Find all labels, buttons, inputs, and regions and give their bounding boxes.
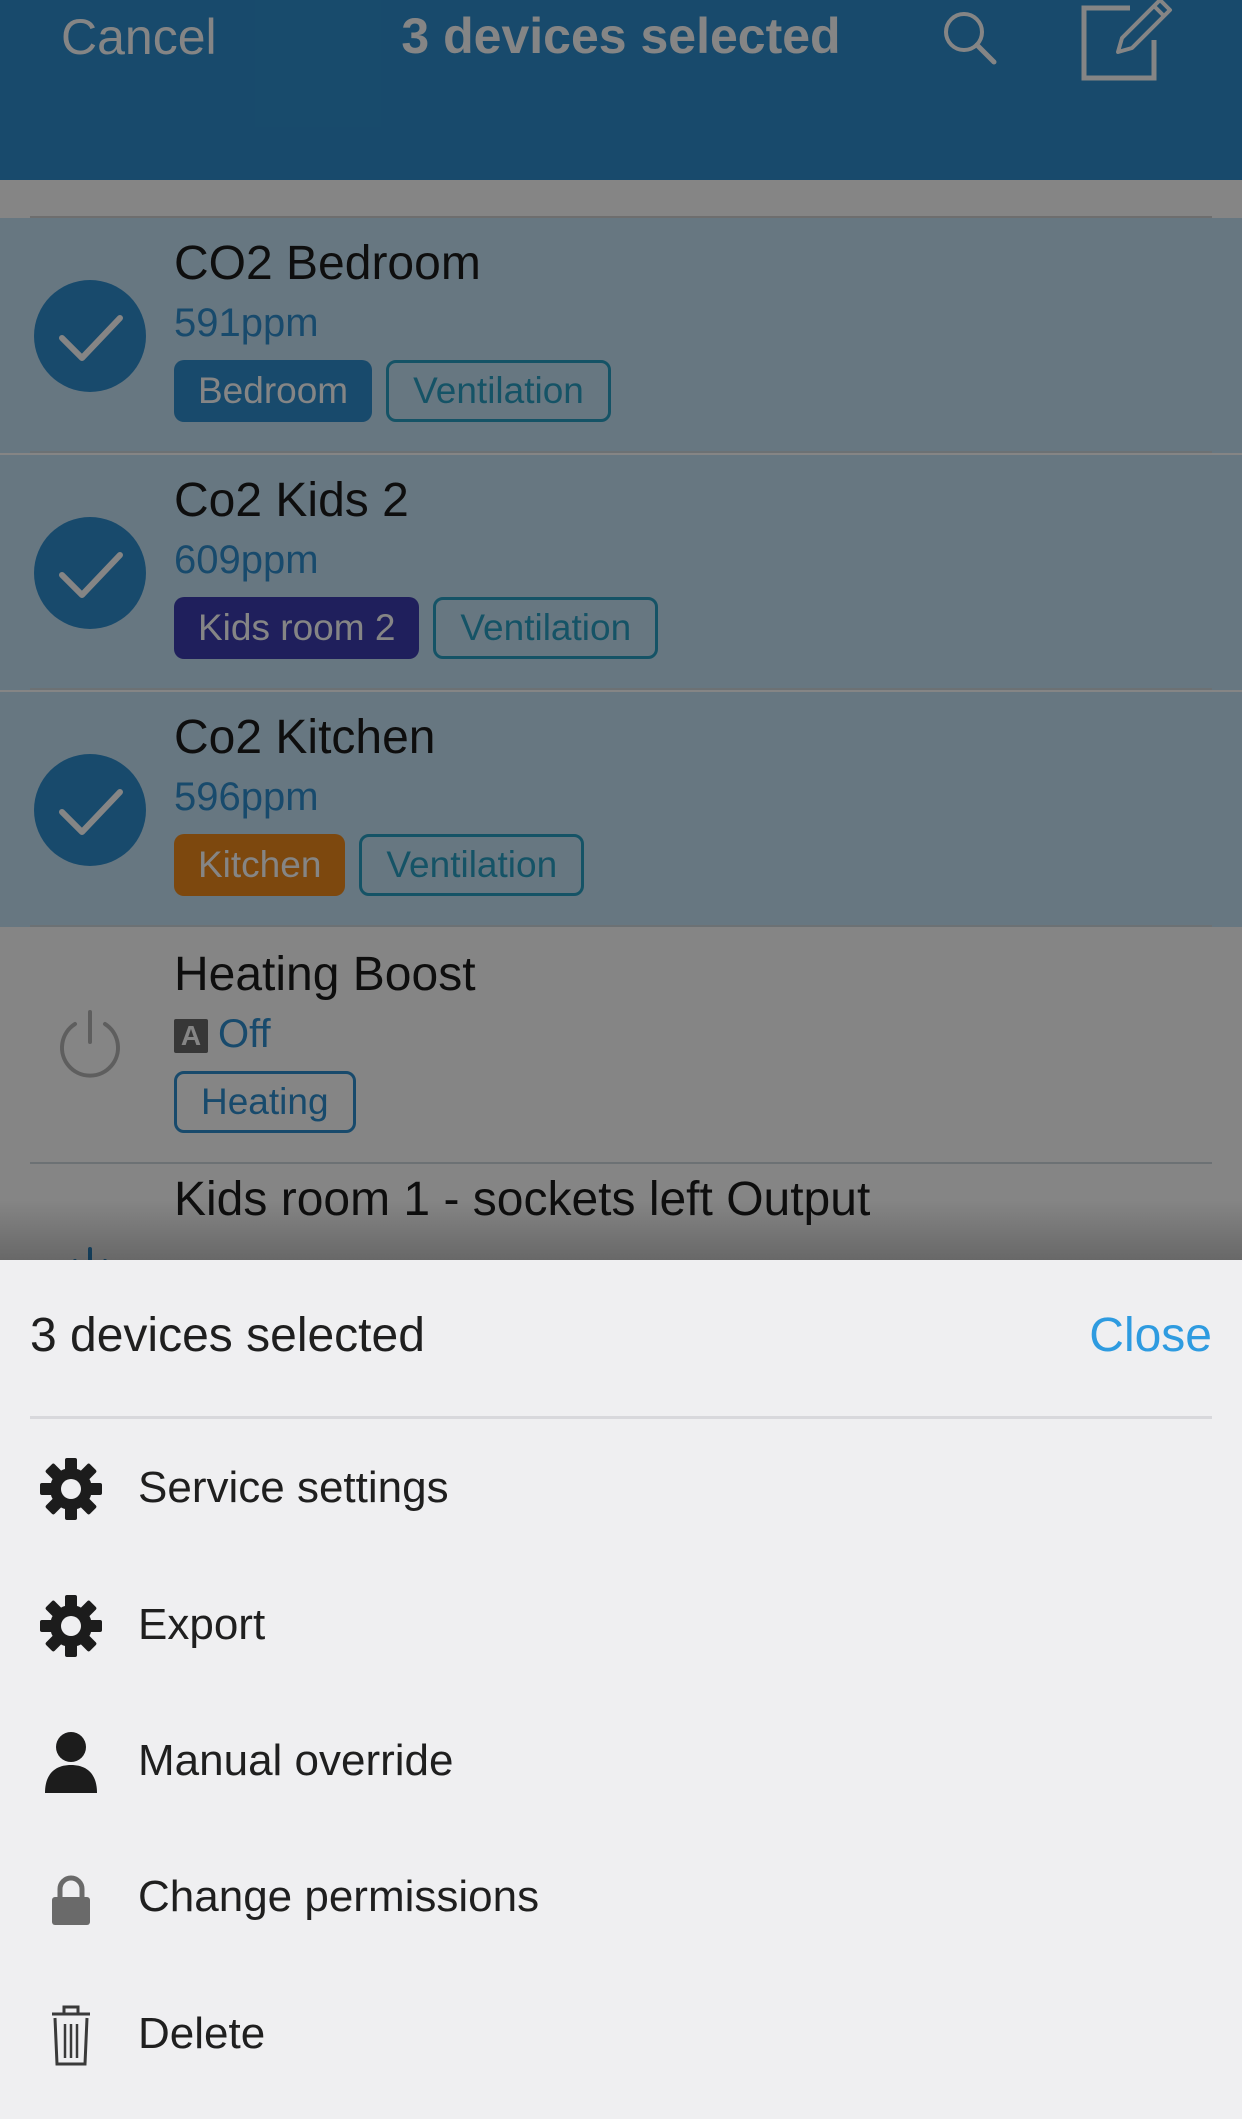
device-value: 596ppm <box>174 775 319 819</box>
gear-icon <box>38 1593 104 1659</box>
search-icon[interactable] <box>938 6 1002 70</box>
category-tag: Ventilation <box>386 360 611 422</box>
sheet-divider <box>30 1416 1212 1419</box>
device-name: CO2 Bedroom <box>174 237 481 290</box>
room-tag: Bedroom <box>174 360 373 422</box>
device-name: Co2 Kids 2 <box>174 474 409 527</box>
trash-icon <box>38 2002 104 2068</box>
tag-list: Kitchen Ventilation <box>174 834 585 896</box>
device-row[interactable]: Heating Boost A Off Heating <box>0 929 1242 1164</box>
device-name: Heating Boost <box>174 948 476 1001</box>
category-tag: Ventilation <box>433 597 659 659</box>
service-settings-action[interactable]: Service settings <box>0 1428 1242 1548</box>
device-row[interactable]: Co2 Kitchen 596ppm Kitchen Ventilation <box>0 692 1242 927</box>
delete-action[interactable]: Delete <box>0 1974 1242 2094</box>
category-tag: Ventilation <box>359 834 585 896</box>
power-icon[interactable] <box>53 1245 127 1260</box>
top-bar: Cancel 3 devices selected <box>0 0 1242 180</box>
selection-title: 3 devices selected <box>401 8 841 64</box>
close-button[interactable]: Close <box>1089 1308 1212 1364</box>
room-tag: Kids room 2 <box>174 597 420 659</box>
tag-list: Kids room 2 Ventilation <box>174 597 659 659</box>
checkmark-icon[interactable] <box>34 517 146 629</box>
checkmark-icon[interactable] <box>34 754 146 866</box>
action-label: Export <box>138 1600 266 1649</box>
auto-mode-badge: A <box>174 1019 208 1053</box>
device-row[interactable]: Kids room 1 - sockets left Output <box>0 1166 1242 1260</box>
category-tag: Heating <box>174 1071 356 1133</box>
checkmark-icon[interactable] <box>34 280 146 392</box>
tag-list: Heating <box>174 1071 356 1133</box>
edit-icon[interactable] <box>1078 0 1174 82</box>
device-state: Off <box>218 1012 271 1056</box>
person-icon <box>38 1729 104 1795</box>
action-label: Service settings <box>138 1463 449 1512</box>
action-label: Change permissions <box>138 1872 540 1921</box>
device-name: Co2 Kitchen <box>174 711 436 764</box>
action-label: Delete <box>138 2009 266 2058</box>
device-name: Kids room 1 - sockets left Output <box>174 1173 871 1226</box>
manual-override-action[interactable]: Manual override <box>0 1701 1242 1821</box>
device-list[interactable]: CO2 Bedroom 591ppm Bedroom Ventilation C… <box>0 180 1242 1260</box>
change-permissions-action[interactable]: Change permissions <box>0 1837 1242 1957</box>
sheet-title: 3 devices selected <box>30 1309 425 1362</box>
device-row[interactable]: Co2 Kids 2 609ppm Kids room 2 Ventilatio… <box>0 455 1242 690</box>
gear-icon <box>38 1456 104 1522</box>
tag-list: Bedroom Ventilation <box>174 360 611 422</box>
device-row[interactable]: CO2 Bedroom 591ppm Bedroom Ventilation <box>0 218 1242 453</box>
export-action[interactable]: Export <box>0 1565 1242 1685</box>
power-icon[interactable] <box>53 1008 127 1082</box>
device-value: 591ppm <box>174 301 319 345</box>
device-value: 609ppm <box>174 538 319 582</box>
lock-icon <box>38 1865 104 1931</box>
room-tag: Kitchen <box>174 834 346 896</box>
device-value: A Off <box>174 1011 271 1057</box>
action-label: Manual override <box>138 1736 454 1785</box>
action-sheet: 3 devices selected Close Service setting… <box>0 1260 1242 2119</box>
